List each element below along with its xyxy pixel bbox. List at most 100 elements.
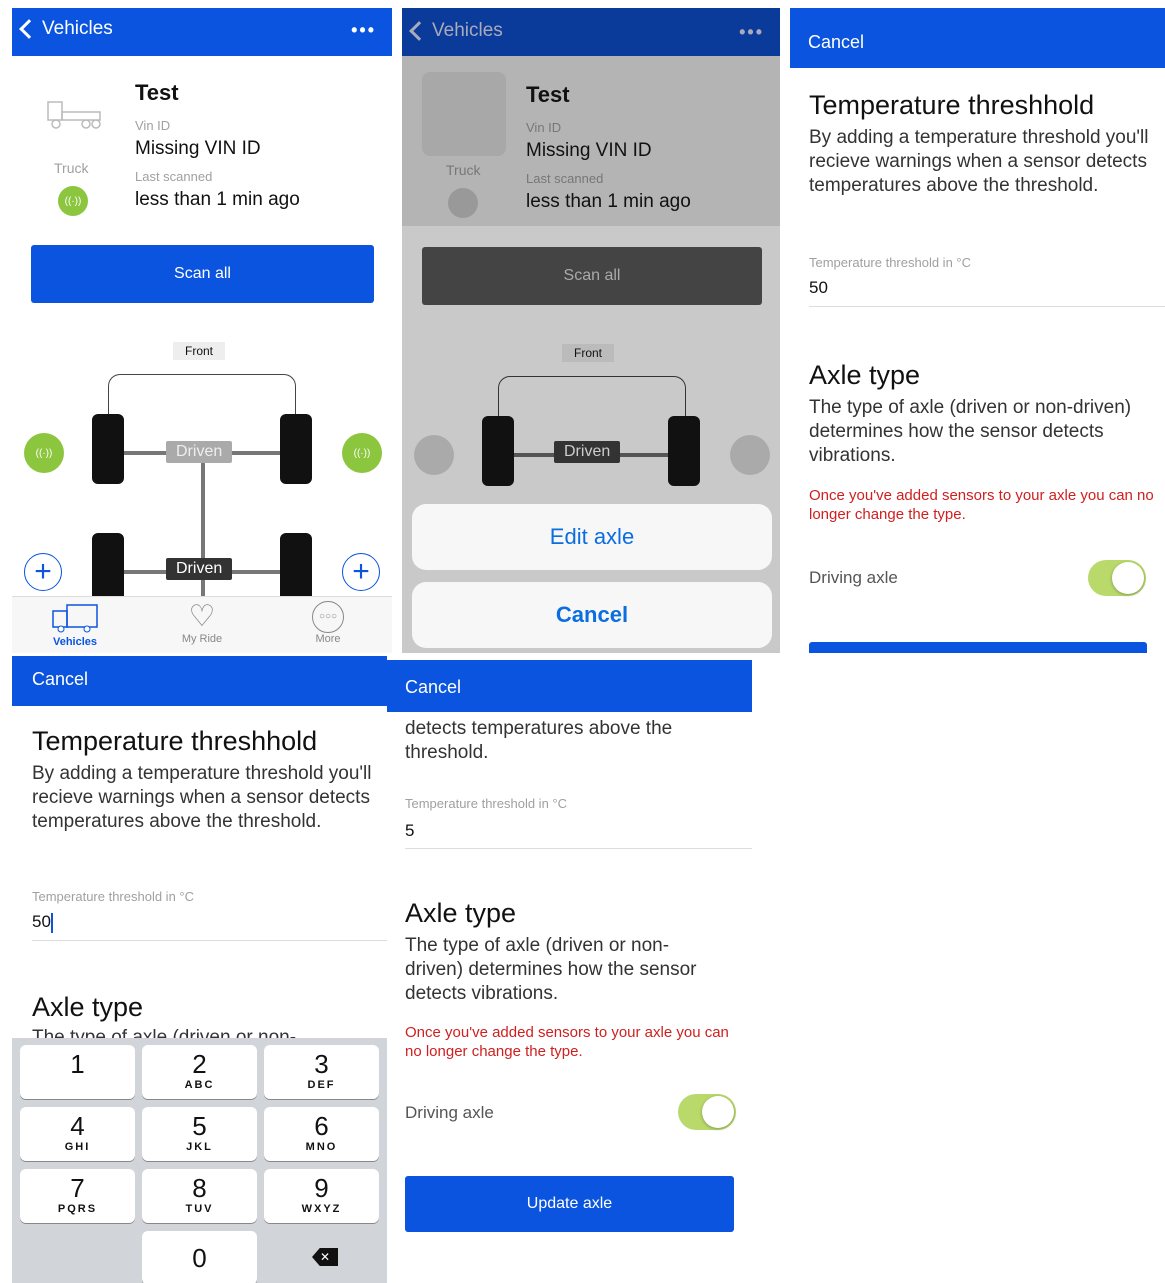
key-7[interactable]: 7 PQRS <box>20 1169 135 1223</box>
key-9[interactable]: 9 WXYZ <box>264 1169 379 1223</box>
sensor-right-front-icon[interactable]: ((·)) <box>342 433 382 473</box>
nav-bar: Cancel <box>387 660 752 712</box>
scan-all-button[interactable]: Scan all <box>422 247 762 305</box>
more-icon: ○○○ <box>312 601 344 633</box>
vehicle-sensor-icon[interactable] <box>448 188 478 218</box>
key-4[interactable]: 4 GHI <box>20 1107 135 1161</box>
back-label: Vehicles <box>42 18 113 39</box>
vehicle-name: Test <box>526 82 570 107</box>
last-scanned-label: Last scanned <box>135 169 213 184</box>
truck-thumbnail-icon <box>46 98 102 132</box>
temperature-field-label: Temperature threshold in °C <box>32 889 194 904</box>
key-0[interactable]: 0 <box>142 1231 257 1283</box>
screen-edit-axle-scrolled: Cancel detects temperatures above the th… <box>387 660 752 1283</box>
cab-outline <box>498 376 686 436</box>
temperature-field-label: Temperature threshold in °C <box>405 796 567 811</box>
last-scanned-label: Last scanned <box>526 171 604 186</box>
key-8[interactable]: 8 TUV <box>142 1169 257 1223</box>
temperature-title: Temperature threshhold <box>809 90 1095 120</box>
temperature-input[interactable]: 50 <box>32 912 53 933</box>
nav-bar: Vehicles ••• <box>12 8 392 56</box>
numeric-keypad: 1 2 ABC 3 DEF 4 GHI 5 JKL 6 MNO 7 PQRS 8 TUV 9W… <box>12 1038 387 1283</box>
temperature-title: Temperature threshhold <box>32 726 318 756</box>
axle-type-warning: Once you've added sensors to your axle y… <box>809 487 1154 523</box>
temperature-field-label: Temperature threshold in °C <box>809 255 971 270</box>
front-label: Front <box>173 342 226 360</box>
add-sensor-left-button[interactable]: + <box>24 553 62 591</box>
screen-axle-action-sheet: Vehicles ••• Truck Test Vin ID Missing V… <box>402 8 780 653</box>
chevron-left-icon <box>409 21 429 41</box>
add-sensor-right-button[interactable]: + <box>342 553 380 591</box>
axle-type-warning: Once you've added sensors to your axle y… <box>405 1024 729 1060</box>
back-button[interactable]: Vehicles <box>406 20 503 42</box>
chevron-left-icon <box>19 19 39 39</box>
more-options-button[interactable]: ••• <box>351 20 376 41</box>
field-divider <box>32 940 387 941</box>
key-2[interactable]: 2 ABC <box>142 1045 257 1099</box>
more-options-button[interactable]: ••• <box>739 22 764 43</box>
axle-spine <box>201 453 205 603</box>
key-5[interactable]: 5 JKL <box>142 1107 257 1161</box>
back-label: Vehicles <box>432 20 503 41</box>
front-label: Front <box>562 344 615 362</box>
vin-label: Vin ID <box>135 118 171 133</box>
axle-type-description: The type of axle (driven or non-driven) … <box>405 935 697 1004</box>
edit-axle-option[interactable]: Edit axle <box>412 504 772 570</box>
cancel-button[interactable]: Cancel <box>808 32 864 53</box>
temperature-input[interactable]: 5 <box>405 821 414 841</box>
sensor-left-front-icon[interactable] <box>414 435 454 475</box>
screen-edit-axle: Cancel Temperature threshhold By adding … <box>790 8 1165 653</box>
vehicle-sensor-icon[interactable]: ((·)) <box>58 186 88 216</box>
back-button[interactable]: Vehicles <box>16 18 113 40</box>
toggle-knob <box>1112 562 1144 594</box>
field-divider <box>809 306 1165 307</box>
temperature-input-value: 50 <box>32 912 51 931</box>
update-axle-button[interactable]: Update axle <box>405 1176 734 1232</box>
nav-bar: Cancel <box>12 656 387 706</box>
cancel-button[interactable]: Cancel <box>405 677 461 698</box>
last-scanned-value: less than 1 min ago <box>526 191 691 212</box>
tab-more[interactable]: ○○○ More <box>288 601 368 645</box>
tab-vehicles-label: Vehicles <box>52 636 98 648</box>
cancel-option[interactable]: Cancel <box>412 582 772 648</box>
driving-axle-toggle[interactable] <box>678 1094 736 1130</box>
vin-value: Missing VIN ID <box>135 138 261 159</box>
text-cursor <box>50 912 53 933</box>
vehicle-type-label: Truck <box>54 160 89 176</box>
tire-rear-left[interactable] <box>92 533 124 603</box>
tire-front-left[interactable] <box>92 414 124 484</box>
tire-front-left[interactable] <box>482 416 514 486</box>
sensor-right-front-icon[interactable] <box>730 435 770 475</box>
temperature-description: By adding a temperature threshold you'll… <box>809 127 1149 196</box>
axle-front-label[interactable]: Driven <box>554 441 621 463</box>
key-6[interactable]: 6 MNO <box>264 1107 379 1161</box>
key-1[interactable]: 1 <box>20 1045 135 1099</box>
tab-more-label: More <box>315 633 341 645</box>
cancel-button[interactable]: Cancel <box>32 669 88 690</box>
screen-edit-axle-keyboard: Cancel Temperature threshhold By adding … <box>12 656 387 1283</box>
last-scanned-value: less than 1 min ago <box>135 189 300 210</box>
temperature-description: By adding a temperature threshold you'll… <box>32 763 372 832</box>
axle-type-title: Axle type <box>32 992 144 1022</box>
axle-rear-label[interactable]: Driven <box>166 558 233 580</box>
key-3[interactable]: 3 DEF <box>264 1045 379 1099</box>
scan-all-button[interactable]: Scan all <box>31 245 374 303</box>
sensor-left-front-icon[interactable]: ((·)) <box>24 433 64 473</box>
tire-rear-right[interactable] <box>280 533 312 603</box>
tab-vehicles[interactable]: Vehicles <box>35 601 115 648</box>
driving-axle-label: Driving axle <box>405 1103 494 1122</box>
update-axle-button-partial[interactable] <box>809 642 1147 653</box>
axle-type-description: The type of axle (driven or non- <box>32 1027 297 1038</box>
tab-my-ride[interactable]: ♡ My Ride <box>162 601 242 646</box>
temperature-input[interactable]: 50 <box>809 278 828 298</box>
vehicle-type-label: Truck <box>446 162 481 178</box>
axle-front-label[interactable]: Driven <box>166 441 233 463</box>
axle-type-title: Axle type <box>809 360 921 390</box>
driving-axle-toggle[interactable] <box>1088 560 1146 596</box>
tire-front-right[interactable] <box>668 416 700 486</box>
nav-bar: Vehicles ••• <box>402 8 780 56</box>
backspace-icon[interactable]: ✕ <box>312 1248 338 1266</box>
tire-front-right[interactable] <box>280 414 312 484</box>
vin-value: Missing VIN ID <box>526 140 652 161</box>
axle-type-title: Axle type <box>405 898 517 928</box>
